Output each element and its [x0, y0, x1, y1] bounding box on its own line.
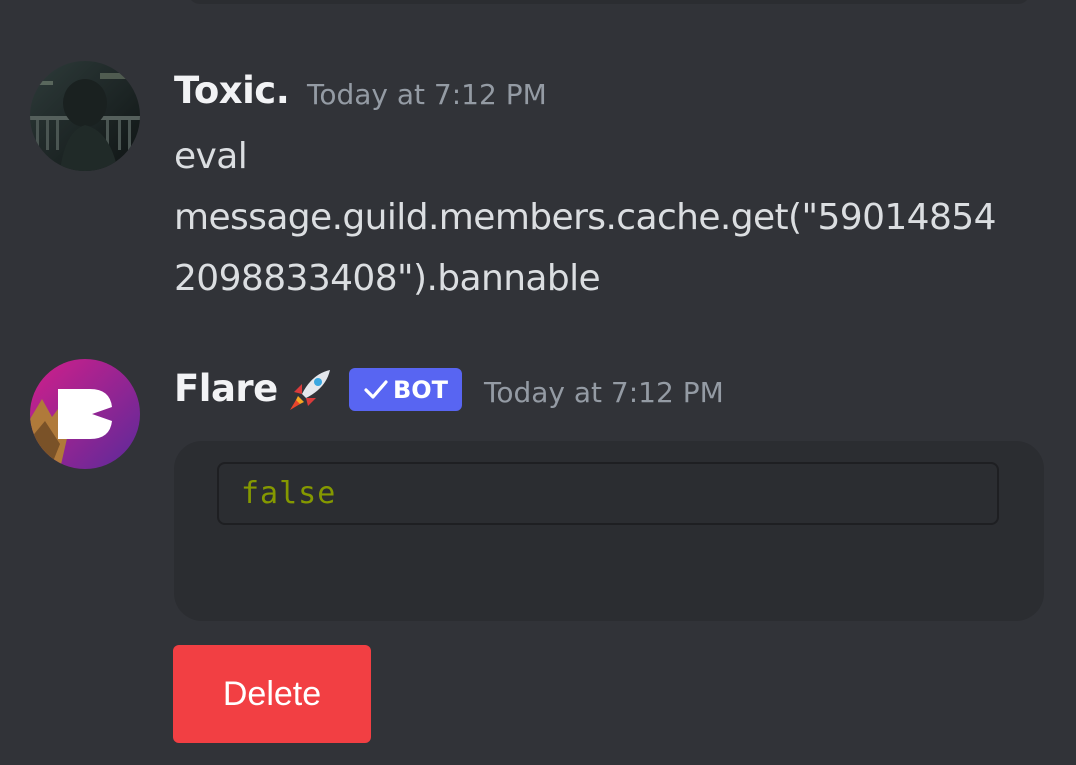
checkmark-icon — [364, 379, 388, 399]
author-name[interactable]: Flare — [174, 367, 278, 410]
message-timestamp: Today at 7:12 PM — [484, 376, 724, 409]
result-embed: false — [174, 441, 1044, 621]
delete-button[interactable]: Delete — [173, 645, 371, 743]
message-timestamp: Today at 7:12 PM — [307, 78, 547, 111]
anime-avatar-icon[interactable] — [30, 61, 140, 171]
code-output: false — [241, 476, 337, 511]
previous-embed-edge — [188, 0, 1030, 4]
content-line: message.guild.members.cache.get("5901485… — [174, 197, 997, 238]
flare-logo-icon[interactable] — [30, 359, 140, 469]
content-line: 2098833408").bannable — [174, 258, 601, 299]
chat-view: Toxic. Today at 7:12 PM eval message.gui… — [0, 0, 1076, 765]
bot-badge-label: BOT — [392, 375, 449, 404]
rocket-emoji — [284, 364, 336, 416]
message-content: eval message.guild.members.cache.get("59… — [174, 126, 1054, 309]
bot-badge: BOT — [349, 368, 462, 411]
author-name[interactable]: Toxic. — [174, 69, 290, 112]
content-line: eval — [174, 136, 248, 177]
code-block: false — [217, 462, 999, 525]
